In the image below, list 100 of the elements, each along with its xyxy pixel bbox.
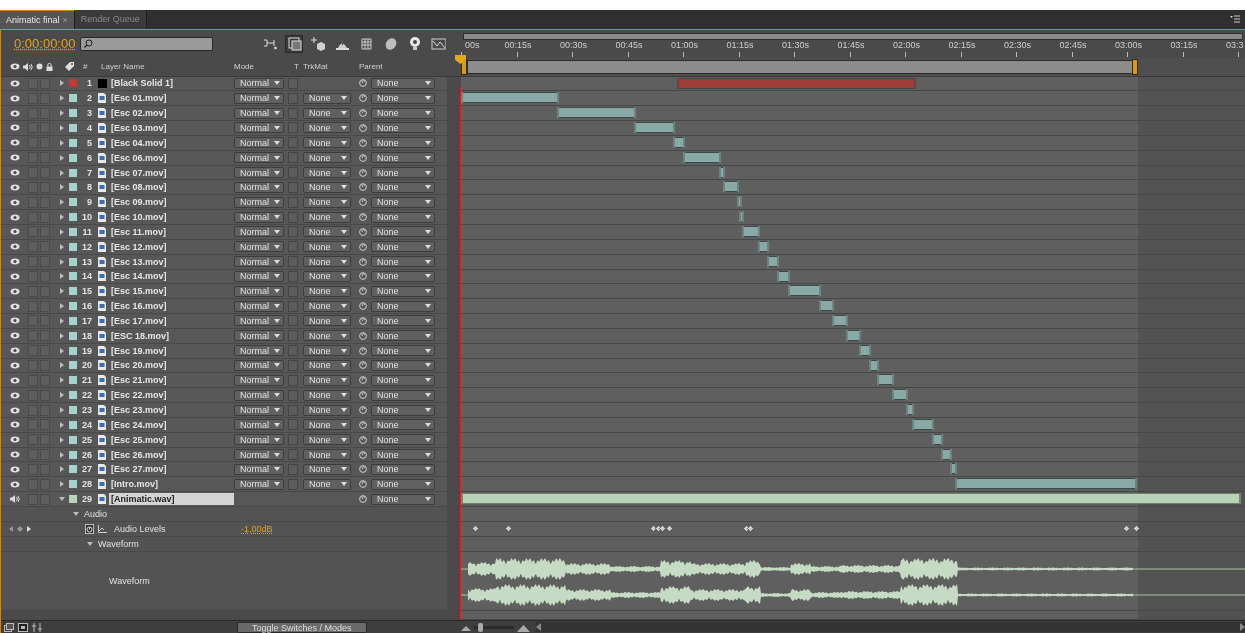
parent-dropdown[interactable]: None <box>371 226 435 238</box>
parent-dropdown[interactable]: None <box>371 107 435 119</box>
label-color-swatch[interactable] <box>69 257 77 266</box>
expand-arrow-icon[interactable] <box>59 139 65 146</box>
parent-dropdown[interactable]: None <box>371 389 435 401</box>
layer-name[interactable]: [Esc 04.mov] <box>109 136 234 149</box>
eye-icon[interactable] <box>10 391 20 399</box>
scroll-bar[interactable] <box>536 622 1245 632</box>
panel-tab[interactable]: Animatic final × <box>0 10 75 29</box>
layer-name[interactable]: [Esc 13.mov] <box>109 255 234 268</box>
mode-dropdown[interactable]: Normal <box>234 211 284 223</box>
label-color-swatch[interactable] <box>69 183 77 192</box>
track-matte-dropdown[interactable]: None <box>303 226 351 238</box>
pick-whip-icon[interactable] <box>359 465 367 474</box>
expand-arrow-icon[interactable] <box>87 541 93 547</box>
mode-dropdown[interactable]: Normal <box>234 92 284 104</box>
eye-icon[interactable] <box>10 154 20 162</box>
out-point-handle[interactable] <box>912 404 914 416</box>
layer-bar[interactable] <box>820 300 833 312</box>
track-matte-dropdown[interactable]: None <box>303 300 351 312</box>
label-color-swatch[interactable] <box>69 242 77 251</box>
expand-arrow-icon[interactable] <box>59 273 65 280</box>
eye-icon[interactable] <box>10 287 20 295</box>
layer-bar[interactable] <box>675 136 683 148</box>
preserve-transparency-checkbox[interactable] <box>288 241 298 253</box>
label-color-swatch[interactable] <box>69 79 77 88</box>
out-point-handle[interactable] <box>777 255 780 267</box>
layer-bar[interactable] <box>790 285 819 297</box>
layer-name[interactable]: [Animatic.wav] <box>109 493 234 506</box>
layer-name[interactable]: [Esc 14.mov] <box>109 270 234 283</box>
pick-whip-icon[interactable] <box>359 272 367 281</box>
layer-name[interactable]: [Intro.mov] <box>109 478 234 491</box>
pick-whip-icon[interactable] <box>359 213 367 222</box>
playhead-line[interactable] <box>459 87 461 620</box>
eye-icon[interactable] <box>10 480 20 488</box>
keyframe-icon[interactable] <box>472 525 480 532</box>
out-point-handle[interactable] <box>858 329 861 341</box>
in-point-handle[interactable] <box>767 255 770 267</box>
parent-dropdown[interactable]: None <box>371 434 435 446</box>
expand-arrow-icon[interactable] <box>59 258 65 265</box>
track-matte-dropdown[interactable]: None <box>303 345 351 357</box>
out-point-handle[interactable] <box>940 433 943 445</box>
parent-dropdown[interactable]: None <box>371 211 435 223</box>
layer-name[interactable]: [Esc 12.mov] <box>109 240 234 253</box>
in-point-handle[interactable] <box>682 151 685 163</box>
layer-name[interactable]: [Esc 17.mov] <box>109 314 234 327</box>
work-area-bar[interactable] <box>467 59 1135 74</box>
parent-dropdown[interactable]: None <box>371 493 435 505</box>
layer-name[interactable]: [Esc 09.mov] <box>109 196 234 209</box>
parent-dropdown[interactable]: None <box>371 315 435 327</box>
track-matte-dropdown[interactable]: None <box>303 315 351 327</box>
label-color-swatch[interactable] <box>69 480 77 489</box>
eye-icon[interactable] <box>10 258 20 266</box>
in-point-handle[interactable] <box>905 404 908 416</box>
layer-bar[interactable] <box>942 448 950 460</box>
eye-icon[interactable] <box>10 362 20 369</box>
pick-whip-icon[interactable] <box>359 346 367 355</box>
eye-icon[interactable] <box>10 228 20 236</box>
parent-dropdown[interactable]: None <box>371 463 435 475</box>
mode-dropdown[interactable]: Normal <box>234 330 284 342</box>
out-point-handle[interactable] <box>892 374 895 386</box>
mode-dropdown[interactable]: Normal <box>234 137 284 149</box>
layer-name[interactable]: [Black Solid 1] <box>109 77 234 90</box>
in-point-handle[interactable] <box>757 240 760 252</box>
preserve-transparency-checkbox[interactable] <box>288 152 298 164</box>
preserve-transparency-checkbox[interactable] <box>288 122 298 134</box>
track-matte-dropdown[interactable]: None <box>303 389 351 401</box>
eye-icon[interactable] <box>10 79 20 87</box>
out-point-handle[interactable] <box>913 77 916 89</box>
preserve-transparency-checkbox[interactable] <box>288 478 298 490</box>
keyframe-icon[interactable] <box>743 525 751 532</box>
pick-whip-icon[interactable] <box>359 287 367 296</box>
work-area-track[interactable] <box>461 57 1245 76</box>
preserve-transparency-checkbox[interactable] <box>288 107 298 119</box>
mode-dropdown[interactable]: Normal <box>234 167 284 178</box>
track-matte-dropdown[interactable]: None <box>303 181 351 193</box>
label-color-swatch[interactable] <box>69 450 77 459</box>
out-point-handle[interactable] <box>757 225 760 237</box>
layer-bar[interactable] <box>957 478 1136 490</box>
eye-icon[interactable] <box>10 421 20 429</box>
expand-arrow-icon[interactable] <box>59 214 65 221</box>
eye-icon[interactable] <box>10 451 20 459</box>
graph-icon[interactable] <box>98 525 107 533</box>
parent-dropdown[interactable]: None <box>371 122 435 134</box>
label-color-swatch[interactable] <box>69 376 77 385</box>
in-point-handle[interactable] <box>846 329 849 341</box>
current-time[interactable]: 0:00:00:00 <box>14 36 80 52</box>
layer-bar[interactable] <box>834 315 847 327</box>
label-color-swatch[interactable] <box>69 198 77 207</box>
comp-panel-icon[interactable] <box>4 622 14 632</box>
layer-name[interactable]: [Esc 27.mov] <box>109 463 234 476</box>
track-matte-dropdown[interactable]: None <box>303 196 351 208</box>
layer-bar[interactable] <box>759 240 768 252</box>
eye-icon[interactable] <box>10 317 20 325</box>
label-color-swatch[interactable] <box>69 94 77 103</box>
out-point-handle[interactable] <box>868 344 871 356</box>
mode-dropdown[interactable]: Normal <box>234 449 284 461</box>
layer-name[interactable]: [Esc 26.mov] <box>109 448 234 461</box>
pick-whip-icon[interactable] <box>359 153 367 162</box>
preserve-transparency-checkbox[interactable] <box>288 374 298 386</box>
